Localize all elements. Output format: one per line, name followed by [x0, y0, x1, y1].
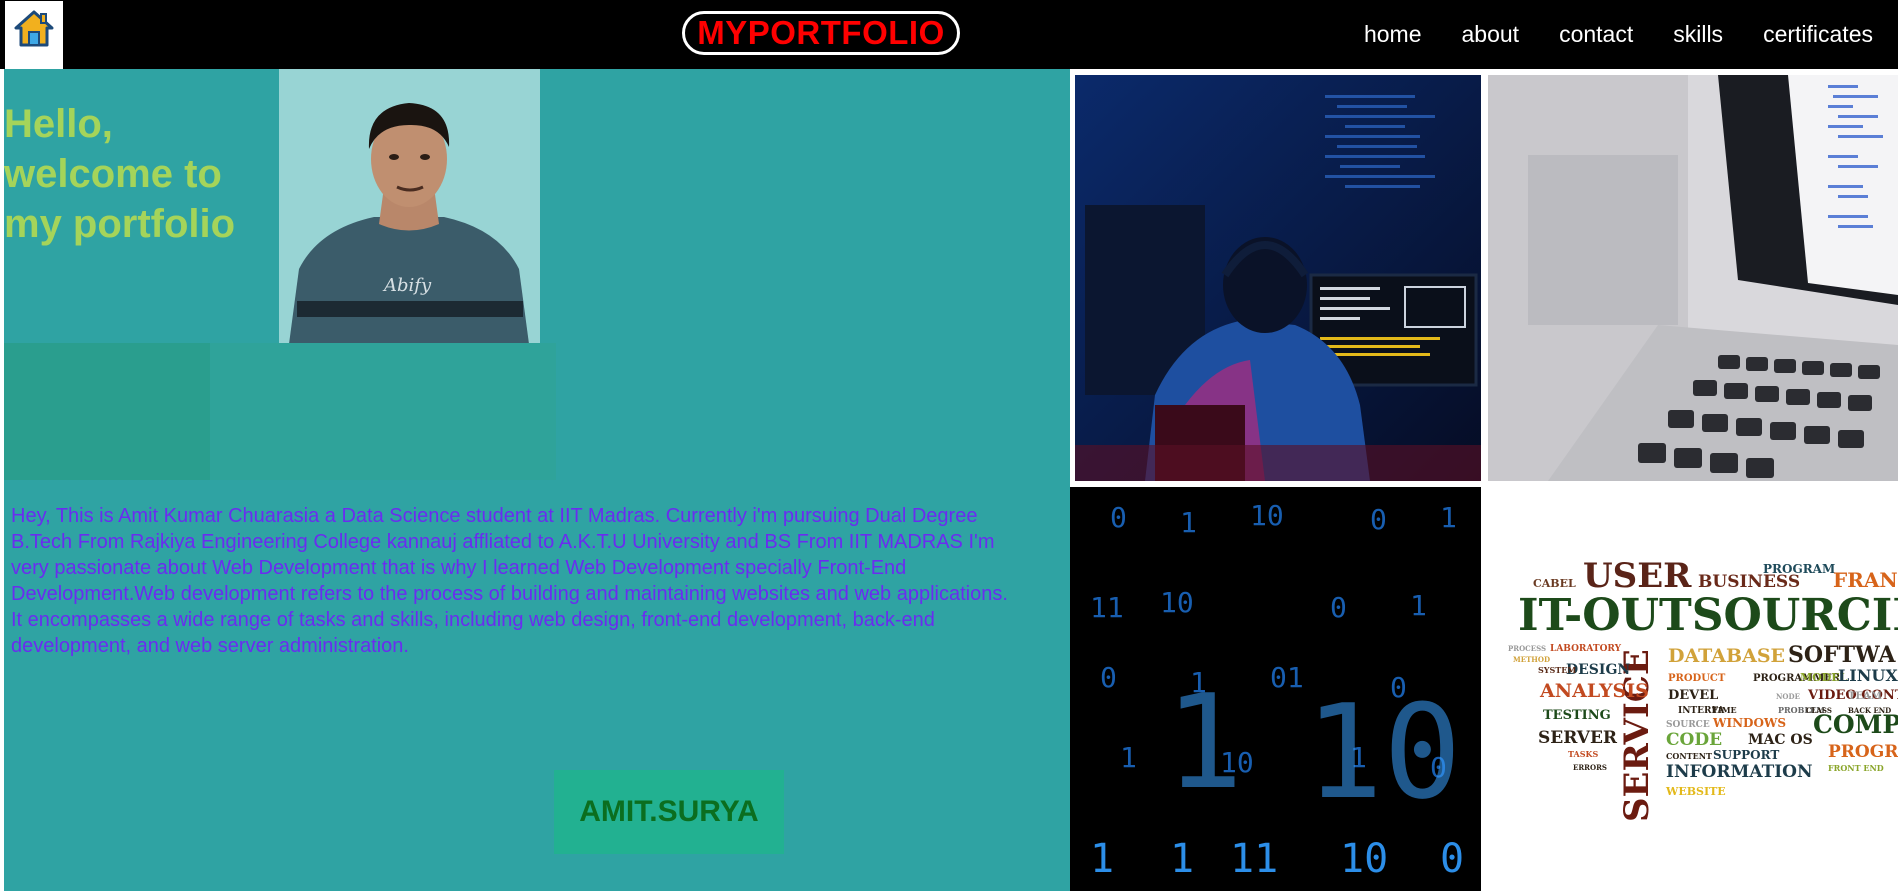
top-navbar: MYPORTFOLIO home about contact skills ce… — [0, 0, 1898, 71]
nav-contact[interactable]: contact — [1559, 21, 1633, 48]
main-nav: home about contact skills certificates — [1364, 0, 1898, 69]
word: FRONT END — [1828, 763, 1884, 773]
nav-certificates[interactable]: certificates — [1763, 21, 1873, 48]
word: COMPU — [1813, 710, 1898, 739]
word: ANALYSIS — [1539, 680, 1649, 702]
word: PROGRAM — [1763, 562, 1835, 576]
word: TASKS — [1568, 749, 1598, 759]
decor-strip — [210, 343, 556, 480]
matrix-digit: 0 — [1370, 503, 1387, 536]
greeting-line: Hello, — [4, 102, 113, 146]
word: SOURCE — [1666, 720, 1710, 730]
profile-photo: Abify — [279, 69, 540, 344]
svg-text:11: 11 — [1230, 836, 1278, 882]
shirt-logo: Abify — [382, 275, 432, 296]
word: TIME — [1712, 705, 1737, 715]
greeting-line: welcome to — [4, 152, 222, 196]
nav-skills[interactable]: skills — [1673, 21, 1723, 48]
word: SUPPORT — [1713, 748, 1779, 762]
decor-block — [4, 343, 210, 480]
nav-home[interactable]: home — [1364, 21, 1422, 48]
word: FRANC — [1833, 568, 1898, 592]
greeting-heading: Hello, welcome to my portfolio — [4, 99, 274, 249]
word: SERVER — [1538, 728, 1618, 748]
home-button[interactable] — [4, 0, 64, 71]
brand-logo[interactable]: MYPORTFOLIO — [682, 11, 960, 55]
word: CABEL — [1533, 577, 1576, 590]
word: PROCESS — [1508, 644, 1546, 653]
word: DEVEL — [1668, 688, 1718, 703]
matrix-digit: 11 — [1090, 591, 1124, 624]
gallery-image-wordcloud: USER BUSINESS PROGRAM CABEL FRANC IT-OUT… — [1488, 487, 1898, 891]
gallery-image-binary: 0 1 10 0 1 11 10 0 1 0 1 01 0 1 10 1 0 1… — [1070, 487, 1481, 891]
matrix-digit: 10 — [1305, 676, 1462, 828]
svg-text:0: 0 — [1440, 836, 1464, 882]
matrix-digit: 1 — [1090, 836, 1114, 882]
matrix-digit: 10 — [1160, 586, 1194, 619]
word: DATABASE — [1668, 645, 1785, 667]
word: ERRORS — [1573, 763, 1607, 772]
gallery-image-developer — [1075, 75, 1481, 481]
word: WEBSITE — [1665, 785, 1726, 798]
word: SYSTEM — [1538, 665, 1576, 675]
gallery-image-laptop — [1488, 75, 1898, 481]
word: WINDOWS — [1712, 716, 1786, 730]
matrix-digit: 10 — [1250, 499, 1284, 532]
svg-text:1: 1 — [1170, 836, 1194, 882]
intro-section: Hello, welcome to my portfolio Abify Hey… — [4, 69, 1070, 891]
word: IT-OUTSOURCIN — [1518, 590, 1898, 641]
word: TESTING — [1543, 708, 1611, 723]
word: CODE — [1666, 730, 1722, 750]
word: LINUX — [1838, 666, 1898, 685]
matrix-digit: 1 — [1120, 741, 1137, 774]
word: INFORMATION — [1666, 762, 1813, 782]
matrix-digit: 1 — [1410, 589, 1427, 622]
word: NODE — [1776, 692, 1800, 701]
word: TEAM — [1848, 691, 1882, 702]
word: MAC OS — [1748, 732, 1813, 748]
signature-badge: AMIT.SURYA — [554, 770, 784, 854]
matrix-digit: 0 — [1330, 591, 1347, 624]
matrix-digit: 0 — [1110, 501, 1127, 534]
word: LABORATORY — [1550, 644, 1622, 654]
word: METHOD — [1513, 655, 1550, 664]
word: PROGR — [1828, 742, 1898, 762]
greeting-line: my portfolio — [4, 202, 236, 246]
home-icon — [14, 10, 54, 47]
bio-text: Hey, This is Amit Kumar Chuarasia a Data… — [11, 505, 1008, 657]
matrix-digit: 1 — [1165, 666, 1243, 818]
matrix-digit: 0 — [1100, 661, 1117, 694]
word: CONTENT — [1666, 751, 1712, 761]
svg-text:10: 10 — [1340, 836, 1388, 882]
matrix-digit: 1 — [1180, 506, 1197, 539]
matrix-digit: 1 — [1440, 501, 1457, 534]
word: SOFTWA — [1788, 642, 1896, 668]
word: PRODUCT — [1668, 673, 1726, 684]
nav-about[interactable]: about — [1462, 21, 1520, 48]
matrix-digit: 01 — [1270, 661, 1304, 694]
